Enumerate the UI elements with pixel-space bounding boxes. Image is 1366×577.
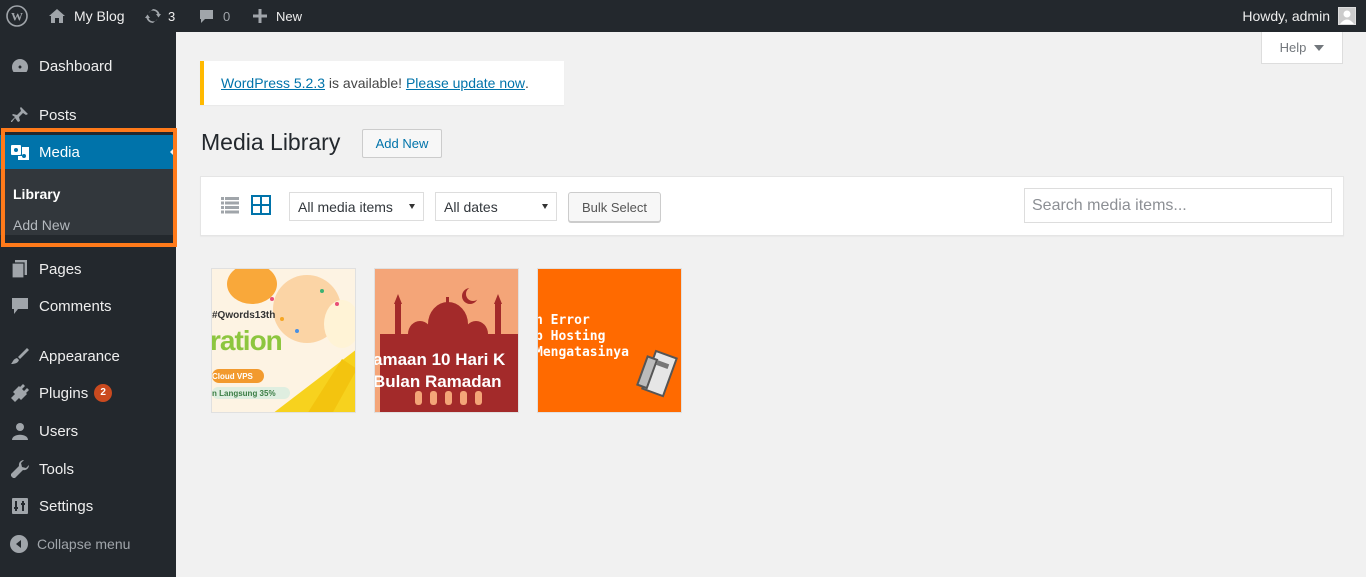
caret-down-icon	[1314, 44, 1325, 51]
comments-count: 0	[223, 8, 231, 24]
thumbnail-text: Bulan Ramadan	[374, 372, 502, 391]
media-submenu: Library Add New	[0, 169, 176, 235]
wordpress-logo-icon[interactable]: W	[6, 0, 32, 32]
admin-sidebar: Dashboard Posts Media Library Add New Pa…	[0, 32, 177, 577]
media-toolbar: All media items All dates Bulk Select	[200, 176, 1344, 236]
menu-plugins[interactable]: Plugins 2	[0, 376, 176, 410]
site-name-link[interactable]: My Blog	[48, 0, 125, 32]
media-thumbnail[interactable]: #Qwords13th ration Cloud VPS n Langsung …	[211, 268, 356, 413]
dashboard-icon	[10, 56, 30, 76]
menu-settings[interactable]: Settings	[0, 489, 176, 523]
home-icon	[49, 9, 65, 23]
media-icon	[10, 142, 30, 162]
updates-icon	[145, 9, 161, 23]
menu-media[interactable]: Media	[0, 135, 176, 169]
chevron-down-icon	[409, 204, 415, 209]
add-new-button[interactable]: Add New	[362, 129, 442, 158]
grid-view-icon[interactable]	[251, 195, 271, 215]
admin-bar: W My Blog 3 0 New Howdy, admin	[0, 0, 1366, 32]
updates-link[interactable]: 3	[144, 0, 175, 32]
menu-label: Settings	[39, 497, 94, 515]
menu-label: Comments	[39, 297, 112, 315]
pages-icon	[10, 259, 30, 279]
collapse-label: Collapse menu	[37, 536, 131, 552]
menu-users[interactable]: Users	[0, 414, 176, 448]
settings-icon	[10, 496, 30, 516]
media-thumbnail[interactable]: amaan 10 Hari K Bulan Ramadan	[374, 268, 519, 413]
site-name: My Blog	[74, 8, 125, 24]
thumbnail-text: amaan 10 Hari K	[374, 350, 506, 369]
account-menu[interactable]: Howdy, admin	[1242, 0, 1356, 32]
media-thumbnail[interactable]: n Error b Hosting Mengatasinya	[537, 268, 682, 413]
plugins-update-badge: 2	[94, 384, 113, 402]
collapse-menu-button[interactable]: Collapse menu	[0, 527, 176, 561]
comments-link[interactable]: 0	[198, 0, 230, 32]
thumbnail-text: #Qwords13th	[212, 310, 276, 321]
menu-label: Pages	[39, 260, 82, 278]
help-label: Help	[1279, 40, 1307, 55]
help-tab-button[interactable]: Help	[1261, 32, 1343, 64]
update-now-link[interactable]: Please update now	[406, 75, 525, 91]
new-label: New	[276, 8, 303, 24]
menu-appearance[interactable]: Appearance	[0, 339, 176, 373]
bulk-select-button[interactable]: Bulk Select	[568, 192, 661, 222]
page-title: Media Library	[201, 129, 341, 155]
search-media-input[interactable]	[1024, 188, 1332, 223]
comments-icon	[10, 296, 30, 316]
updates-count: 3	[168, 8, 176, 24]
thumbnail-text: Cloud VPS	[212, 372, 253, 381]
notice-text: is available!	[325, 75, 406, 91]
new-content-link[interactable]: New	[252, 0, 302, 32]
menu-label: Dashboard	[39, 57, 113, 75]
submenu-add-new[interactable]: Add New	[13, 217, 70, 233]
plugin-icon	[10, 383, 30, 403]
thumbnail-text: n Error	[537, 313, 590, 328]
media-type-filter[interactable]: All media items	[289, 192, 424, 221]
submenu-library[interactable]: Library	[13, 186, 60, 202]
menu-label: Plugins	[39, 384, 89, 402]
list-view-icon[interactable]	[220, 195, 240, 215]
howdy-text: Howdy, admin	[1242, 8, 1330, 24]
menu-posts[interactable]: Posts	[0, 98, 176, 132]
menu-tools[interactable]: Tools	[0, 452, 176, 486]
thumbnail-text: b Hosting	[537, 329, 606, 344]
thumbnail-text: ration	[211, 325, 283, 356]
paintbrush-icon	[10, 346, 30, 366]
active-arrow	[170, 146, 176, 158]
media-type-value: All media items	[298, 198, 393, 215]
chevron-down-icon	[542, 204, 548, 209]
thumbnail-text: Mengatasinya	[537, 345, 629, 360]
menu-dashboard[interactable]: Dashboard	[0, 49, 176, 83]
update-notice: WordPress 5.2.3 is available! Please upd…	[200, 61, 564, 105]
avatar	[1338, 7, 1356, 25]
menu-comments[interactable]: Comments	[0, 289, 176, 323]
menu-label: Appearance	[39, 347, 120, 365]
date-filter-value: All dates	[444, 198, 498, 215]
svg-text:W: W	[11, 10, 23, 24]
pin-icon	[10, 105, 30, 125]
comment-icon	[200, 9, 213, 23]
menu-label: Posts	[39, 106, 77, 124]
plus-icon	[253, 9, 267, 23]
thumbnail-text: n Langsung 35%	[212, 389, 276, 398]
wrench-icon	[10, 459, 30, 479]
menu-label: Tools	[39, 460, 75, 478]
notice-end: .	[525, 75, 529, 91]
date-filter[interactable]: All dates	[435, 192, 557, 221]
user-icon	[10, 421, 30, 441]
menu-label: Media	[39, 143, 80, 161]
menu-label: Users	[39, 422, 79, 440]
wordpress-version-link[interactable]: WordPress 5.2.3	[221, 75, 325, 91]
collapse-arrow-icon	[10, 535, 28, 553]
menu-pages[interactable]: Pages	[0, 252, 176, 286]
